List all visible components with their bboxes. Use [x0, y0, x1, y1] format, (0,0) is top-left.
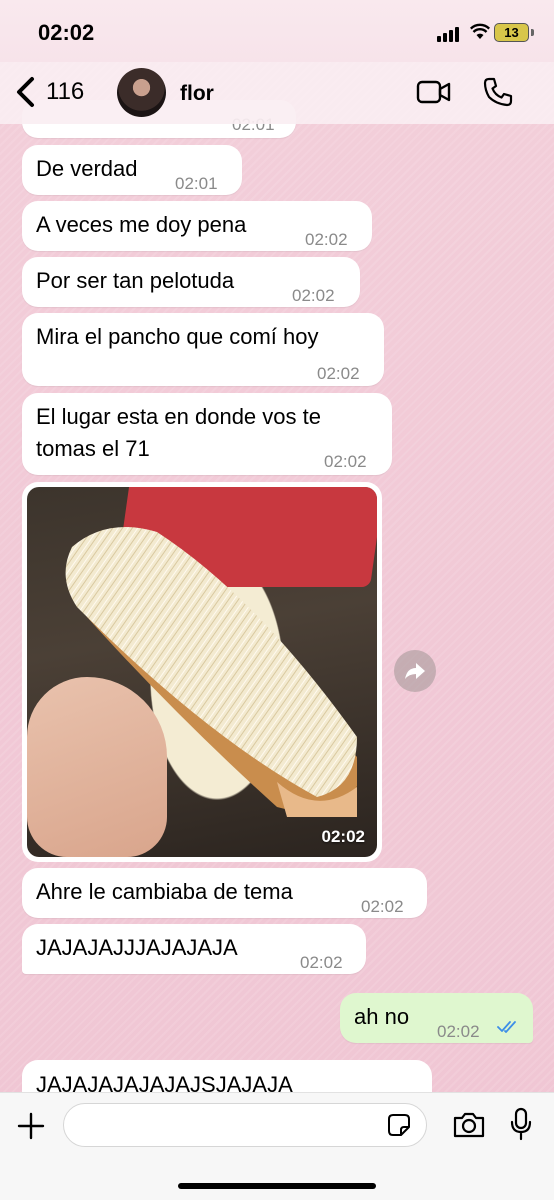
hand-shape [27, 677, 167, 857]
phone-icon[interactable] [482, 76, 514, 108]
forward-arrow-icon [405, 663, 425, 679]
chevron-left-icon [17, 77, 34, 107]
message-time: 02:02 [292, 286, 335, 305]
camera-icon[interactable] [452, 1111, 486, 1139]
message-text: De verdad [36, 156, 138, 181]
message-time: 02:02 [317, 364, 360, 383]
sticker-icon[interactable] [387, 1113, 411, 1137]
photo-message[interactable]: 02:02 [22, 482, 382, 862]
unread-count: 116 [46, 78, 85, 105]
cellular-signal-icon [437, 26, 463, 42]
message-time: 02:02 [300, 953, 343, 972]
message-bubble[interactable]: El lugar esta en donde vos te tomas el 7… [22, 393, 392, 475]
forward-button[interactable] [394, 650, 436, 692]
message-time: 02:02 [361, 897, 404, 916]
message-bubble[interactable]: Por ser tan pelotuda 02:02 [22, 257, 360, 307]
avatar[interactable] [117, 68, 166, 117]
battery-tip [531, 29, 534, 36]
message-time: 02:02 [305, 230, 348, 249]
message-bubble[interactable]: JAJAJAJJJAJAJAJA 02:02 [22, 924, 366, 974]
photo-time: 02:02 [321, 827, 365, 846]
back-button[interactable]: 116 [14, 76, 84, 108]
read-receipt-icon [497, 1021, 516, 1033]
message-text: ah no [354, 1004, 410, 1029]
wifi-icon [470, 23, 490, 39]
home-indicator [178, 1183, 376, 1189]
battery-level: 13 [504, 25, 519, 40]
battery-icon: 13 [494, 23, 529, 42]
message-text-line: tomas el 71 [36, 436, 150, 461]
message-text: JAJAJAJJJAJAJAJA [36, 935, 238, 960]
status-bar: 02:02 13 [0, 0, 554, 62]
composer-bar [0, 1092, 554, 1200]
message-text-line: El lugar esta en donde vos te [36, 404, 321, 429]
chat-header: 116 flor [0, 62, 554, 124]
message-text: A veces me doy pena [36, 212, 247, 237]
photo-hotdog-image[interactable]: 02:02 [27, 487, 377, 857]
video-call-icon[interactable] [416, 79, 452, 105]
message-text: Ahre le cambiaba de tema [36, 879, 293, 904]
message-time: 02:01 [175, 174, 218, 193]
message-text: Mira el pancho que comí hoy [36, 324, 319, 349]
message-text: El lugar esta en donde vos te tomas el 7… [36, 401, 321, 465]
message-time: 02:02 [324, 452, 367, 471]
plus-icon[interactable] [16, 1111, 46, 1141]
message-time: 02:02 [437, 1022, 480, 1041]
message-bubble[interactable]: A veces me doy pena 02:02 [22, 201, 372, 251]
contact-name[interactable]: flor [180, 82, 214, 106]
microphone-icon[interactable] [509, 1107, 533, 1141]
message-text: Por ser tan pelotuda [36, 268, 235, 293]
message-input[interactable] [63, 1103, 427, 1147]
message-bubble[interactable]: Ahre le cambiaba de tema 02:02 [22, 868, 427, 918]
message-bubble-outgoing[interactable]: ah no 02:02 [340, 993, 533, 1043]
status-time: 02:02 [38, 20, 95, 45]
message-bubble[interactable]: Mira el pancho que comí hoy 02:02 [22, 313, 384, 386]
message-bubble[interactable]: De verdad 02:01 [22, 145, 242, 195]
